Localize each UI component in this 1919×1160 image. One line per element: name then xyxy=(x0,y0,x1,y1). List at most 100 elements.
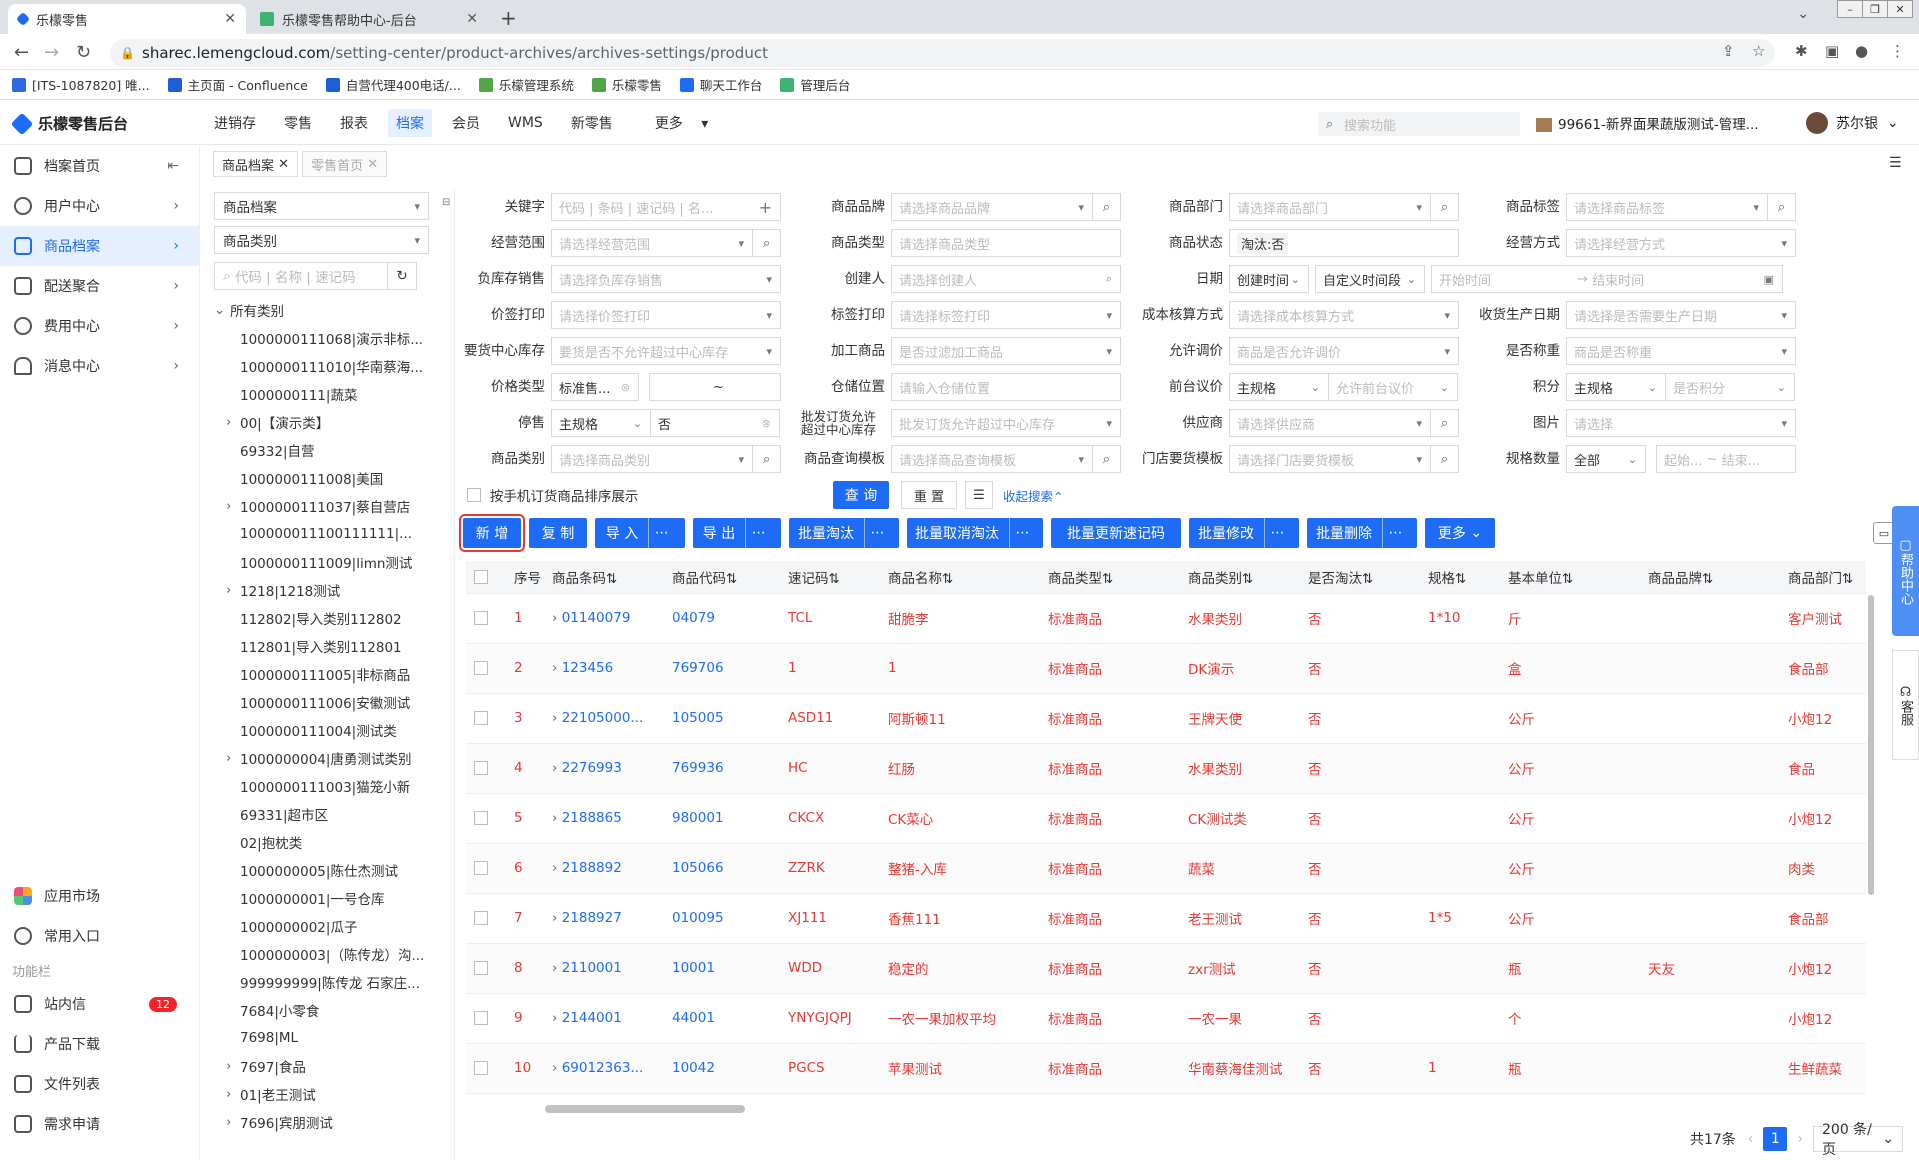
tree-item[interactable]: 1000000111008|美国 xyxy=(214,464,441,492)
category-search-button[interactable]: ⌕ xyxy=(753,445,781,473)
table-row[interactable]: 8 › 2110001 10001 WDD 稳定的 标准商品 zxr测试 否 瓶 天友 小炮12 xyxy=(466,943,1866,994)
date-range-type-select[interactable]: 自定义时间段 ⌄ xyxy=(1315,265,1425,293)
sidebar-item-file-list[interactable]: 文件列表 xyxy=(0,1064,199,1104)
column-header-sortable[interactable]: 是否淘汰⇅ xyxy=(1300,561,1420,594)
cell-value[interactable]: 105066 xyxy=(672,860,724,876)
archive-type-select[interactable]: 商品档案 ▾ xyxy=(214,192,429,220)
table-row[interactable]: 2 › 123456 769706 1 1 标准商品 DK演示 否 盒 食品部 xyxy=(466,643,1866,694)
column-settings-button[interactable]: ☰ xyxy=(965,481,993,509)
status-select[interactable]: 淘汰:否 xyxy=(1229,229,1459,257)
query-button[interactable]: 查 询 xyxy=(833,481,889,509)
table-row[interactable]: 4 › 2276993 769936 HC 红肠 标准商品 水果类别 否 公斤 食品 xyxy=(466,743,1866,794)
column-header-sortable[interactable]: 规格⇅ xyxy=(1420,561,1500,594)
sidebar-item-fee-center[interactable]: 费用中心 › xyxy=(0,306,199,346)
price-label-print-select[interactable]: 请选择价签打印 ▾ xyxy=(551,301,781,329)
table-row[interactable]: 3 › 22105000... 105005 ASD11 阿斯顿11 标准商品 王牌天使 否 公… xyxy=(466,693,1866,744)
table-row[interactable]: 9 › 2144001 44001 YNYGJQPJ 一农一果加权平均 标准商品 一农一果 否… xyxy=(466,993,1866,1044)
price-type-select[interactable]: 标准售... ⊗ xyxy=(551,373,639,401)
front-bargain-select[interactable]: 允许前台议价 ⌄ xyxy=(1328,373,1458,401)
topnav-item-active[interactable]: 档案 xyxy=(388,109,432,137)
expand-row-icon[interactable]: › xyxy=(552,1060,562,1076)
app-logo[interactable]: 乐檬零售后台 xyxy=(10,112,128,135)
close-icon[interactable]: ✕ xyxy=(367,157,378,172)
tree-item[interactable]: 1000000111005|非标商品 xyxy=(214,660,441,688)
back-icon[interactable]: ← xyxy=(14,42,29,63)
menu-icon[interactable]: ⋮ xyxy=(1890,42,1905,60)
column-header-sortable[interactable]: 商品条码⇅ xyxy=(544,561,664,594)
tree-item[interactable]: 1000000002|瓜子 xyxy=(214,912,441,940)
caret-right-icon[interactable]: › xyxy=(214,582,240,598)
caret-right-icon[interactable]: › xyxy=(214,750,240,766)
select-all-checkbox[interactable] xyxy=(474,569,488,584)
topnav-item[interactable]: 报表 xyxy=(326,113,382,133)
restore-icon[interactable]: ❐ xyxy=(1862,0,1888,18)
tree-item[interactable]: 1000000111004|测试类 xyxy=(214,716,441,744)
help-center-float[interactable]: ▢ 帮助中心 xyxy=(1892,506,1919,636)
cell-value[interactable]: 980001 xyxy=(672,810,724,826)
sidebar-item-inbox[interactable]: 站内信 12 xyxy=(0,984,199,1024)
prev-page-icon[interactable]: ‹ xyxy=(1748,1131,1754,1147)
price-range-input[interactable]: ~ xyxy=(649,373,781,401)
close-window-icon[interactable]: ✕ xyxy=(1887,0,1913,18)
chevron-down-icon[interactable]: ⌄ xyxy=(1797,6,1809,22)
tree-item[interactable]: 100000011100111111|... xyxy=(214,520,441,548)
more-icon[interactable]: ⋯ xyxy=(864,518,890,548)
sidepanel-icon[interactable]: ▣ xyxy=(1825,42,1839,60)
page-tabs-menu-icon[interactable]: ☰ xyxy=(1889,155,1902,171)
close-tab-icon[interactable]: ✕ xyxy=(224,11,236,27)
close-icon[interactable]: ✕ xyxy=(278,157,289,172)
sidebar-item-requirements[interactable]: 需求申请 xyxy=(0,1104,199,1144)
label-print-select[interactable]: 请选择标签打印 ▾ xyxy=(891,301,1121,329)
tree-item[interactable]: 1000000111068|演示非标... xyxy=(214,324,441,352)
bookmark-item[interactable]: 乐檬零售 xyxy=(591,75,662,94)
column-header-sortable[interactable]: 商品名称⇅ xyxy=(880,561,1040,594)
user-menu[interactable]: 苏尔银 ⌄ xyxy=(1806,112,1899,134)
more-icon[interactable]: ⋯ xyxy=(1009,518,1035,548)
collapse-search-link[interactable]: 收起搜索⌃ xyxy=(1003,486,1064,505)
clear-icon[interactable]: ⊗ xyxy=(621,381,630,394)
tree-item[interactable]: 02|抱枕类 xyxy=(214,828,441,856)
topnav-item-more[interactable]: 更多 ▾ xyxy=(627,113,722,133)
spec-quantity-select[interactable]: 全部 ⌄ xyxy=(1566,445,1646,473)
batch-update-code-button[interactable]: 批量更新速记码 xyxy=(1051,518,1181,548)
function-search-input[interactable]: ⌕ 搜索功能 xyxy=(1318,112,1520,136)
cost-method-select[interactable]: 请选择成本核算方式 ▾ xyxy=(1229,301,1459,329)
scope-select[interactable]: 请选择经营范围 ▾ xyxy=(551,229,753,257)
forward-icon[interactable]: → xyxy=(44,42,59,63)
cell-value[interactable]: 2188892 xyxy=(562,860,622,876)
tree-item[interactable]: 1000000003|（陈传龙）沟... xyxy=(214,940,441,968)
browser-tab-active[interactable]: 乐檬零售 ✕ xyxy=(8,4,246,34)
supplier-select[interactable]: 请选择供应商 ▾ xyxy=(1229,409,1431,437)
tree-item[interactable]: 7684|小零食 xyxy=(214,996,441,1024)
cell-value[interactable]: 105005 xyxy=(672,710,724,726)
topnav-item[interactable]: 进销存 xyxy=(200,113,270,133)
cell-value[interactable]: 01140079 xyxy=(562,610,631,626)
column-header-sortable[interactable]: 商品品牌⇅ xyxy=(1640,561,1780,594)
more-icon[interactable]: ⋯ xyxy=(1382,518,1408,548)
page-tab-product-archive[interactable]: 商品档案 ✕ xyxy=(213,151,299,177)
tree-item[interactable]: › 1218|1218测试 xyxy=(214,576,441,604)
row-checkbox[interactable] xyxy=(474,811,488,825)
expand-row-icon[interactable]: › xyxy=(552,660,562,676)
department-search-button[interactable]: ⌕ xyxy=(1431,193,1459,221)
tree-item[interactable]: 1000000111006|安徽测试 xyxy=(214,688,441,716)
sidebar-item-archive-home[interactable]: 档案首页 ⇤ xyxy=(0,146,199,186)
row-checkbox[interactable] xyxy=(474,761,488,775)
tree-item[interactable]: › 1000000004|唐勇测试类别 xyxy=(214,744,441,772)
bookmark-item[interactable]: 自营代理400电话/... xyxy=(325,75,461,94)
sidebar-item-product-archive[interactable]: 商品档案 › xyxy=(0,226,199,266)
tree-item[interactable]: 1000000111010|华南蔡海... xyxy=(214,352,441,380)
cell-value[interactable]: 10042 xyxy=(672,1060,715,1076)
stop-sale-spec-select[interactable]: 主规格 ⌄ xyxy=(551,409,651,437)
export-button[interactable]: 导 出 ⋯ xyxy=(693,518,781,548)
more-button[interactable]: 更多 ⌄ xyxy=(1425,518,1495,548)
column-header-sortable[interactable]: 商品类型⇅ xyxy=(1040,561,1180,594)
tree-item[interactable]: › 00|【演示类】 xyxy=(214,408,441,436)
row-checkbox[interactable] xyxy=(474,861,488,875)
close-tab-icon[interactable]: ✕ xyxy=(466,11,478,27)
tree-item[interactable]: › 1000000111037|蔡自营店 xyxy=(214,492,441,520)
star-icon[interactable]: ☆ xyxy=(1752,42,1765,60)
tree-item[interactable]: › 01|老王测试 xyxy=(214,1080,441,1108)
tree-item[interactable]: 112802|导入类别112802 xyxy=(214,604,441,632)
row-checkbox[interactable] xyxy=(474,711,488,725)
